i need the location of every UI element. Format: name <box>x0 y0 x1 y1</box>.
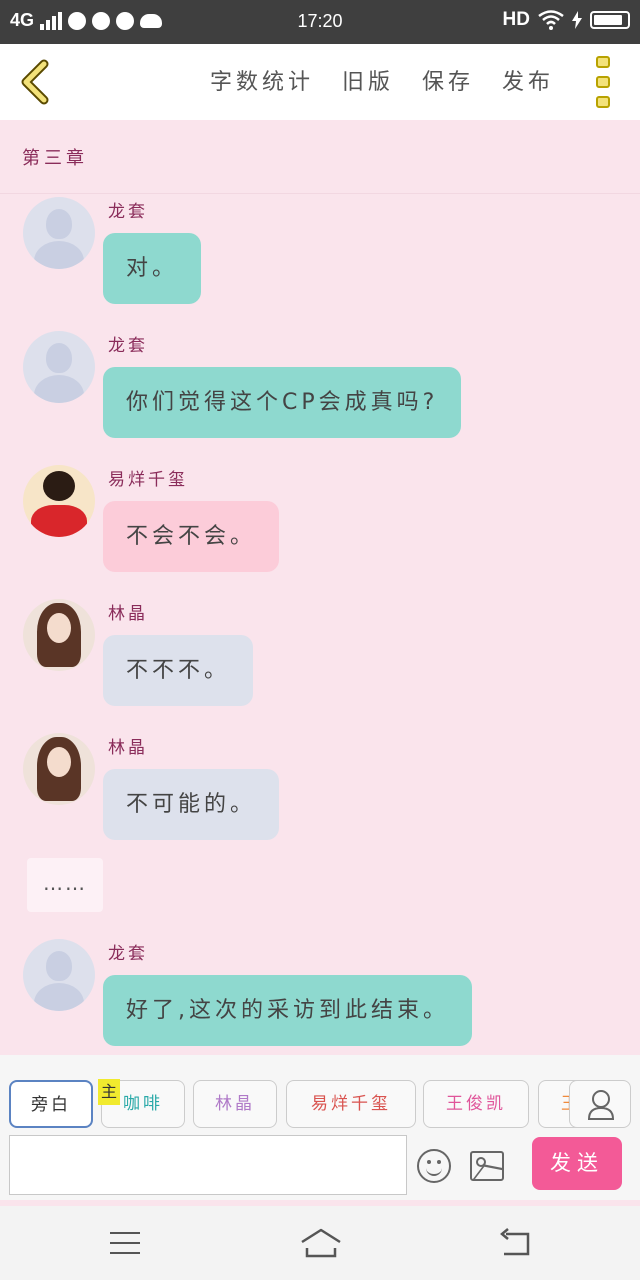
composer-panel: 旁白 咖啡 林晶 易烊千玺 王俊凯 王 主 发送 <box>0 1055 640 1200</box>
message-bubble[interactable]: 你们觉得这个CP会成真吗? <box>103 367 462 438</box>
main-role-tag: 主 <box>98 1079 120 1105</box>
role-label: 咖啡 <box>123 1094 163 1114</box>
menu-icon[interactable] <box>110 1232 140 1254</box>
message-input[interactable] <box>9 1135 407 1195</box>
user-icon <box>587 1090 615 1120</box>
speaker-name: 龙套 <box>108 202 148 222</box>
role-chip-linjing[interactable]: 林晶 <box>193 1080 277 1128</box>
publish-button[interactable]: 发布 <box>502 64 554 96</box>
speaker-name: 易烊千玺 <box>108 470 188 490</box>
wifi-icon <box>538 10 564 30</box>
role-label: 旁白 <box>31 1095 71 1115</box>
back-arrow-icon[interactable] <box>16 58 52 106</box>
default-avatar <box>23 197 95 269</box>
old-version-button[interactable]: 旧版 <box>342 64 394 96</box>
default-avatar <box>23 939 95 1011</box>
message-bubble[interactable]: 不不不。 <box>103 635 254 706</box>
speaker-name: 林晶 <box>108 738 148 758</box>
home-icon[interactable] <box>299 1226 343 1260</box>
role-label: 林晶 <box>215 1094 255 1114</box>
add-role-button[interactable] <box>569 1080 631 1128</box>
chapter-header[interactable]: 第三章 <box>0 120 640 194</box>
battery-icon <box>590 11 630 29</box>
toolbar-menu: 字数统计 旧版 保存 发布 <box>210 64 554 96</box>
top-toolbar: 字数统计 旧版 保存 发布 <box>0 44 640 120</box>
narration-bubble[interactable]: …… <box>27 858 103 912</box>
system-nav-bar <box>0 1206 640 1280</box>
message-bubble[interactable]: 不会不会。 <box>103 501 280 572</box>
girl-avatar <box>23 599 95 671</box>
word-count-button[interactable]: 字数统计 <box>210 64 314 96</box>
message-bubble[interactable]: 好了,这次的采访到此结束。 <box>103 975 472 1046</box>
hd-label: HD <box>502 9 530 30</box>
back-icon[interactable] <box>498 1228 532 1258</box>
speaker-name: 林晶 <box>108 604 148 624</box>
status-right: HD <box>503 9 630 31</box>
message-bubble[interactable]: 对。 <box>103 233 202 304</box>
save-button[interactable]: 保存 <box>422 64 474 96</box>
role-label: 王俊凯 <box>446 1094 506 1114</box>
girl-avatar <box>23 733 95 805</box>
speaker-name: 龙套 <box>108 336 148 356</box>
boy-avatar <box>23 465 95 537</box>
role-chip-narrator[interactable]: 旁白 <box>9 1080 93 1128</box>
emoji-icon[interactable] <box>417 1149 451 1183</box>
charging-icon <box>572 11 582 29</box>
chapter-title: 第三章 <box>22 148 88 169</box>
send-button[interactable]: 发送 <box>532 1137 622 1190</box>
status-bar: 4G 17:20 HD <box>0 0 640 44</box>
role-chip-wangjunkai[interactable]: 王俊凯 <box>423 1080 529 1128</box>
default-avatar <box>23 331 95 403</box>
role-chip-yiyangqianxi[interactable]: 易烊千玺 <box>286 1080 416 1128</box>
speaker-name: 龙套 <box>108 944 148 964</box>
image-icon[interactable] <box>470 1151 504 1181</box>
message-bubble[interactable]: 不可能的。 <box>103 769 280 840</box>
role-label: 易烊千玺 <box>311 1094 391 1114</box>
more-menu-icon[interactable] <box>596 56 612 108</box>
role-selector: 旁白 咖啡 林晶 易烊千玺 王俊凯 王 <box>0 1080 640 1128</box>
